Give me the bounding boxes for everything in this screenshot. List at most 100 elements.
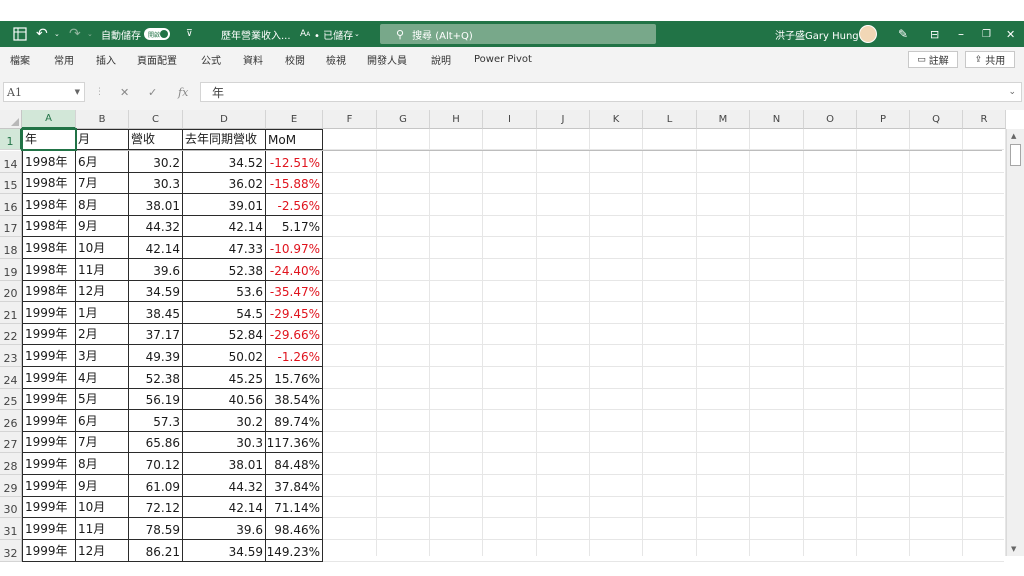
cell-c31[interactable]: 78.59 bbox=[129, 518, 183, 540]
cell-b15[interactable]: 7月 bbox=[76, 173, 129, 194]
row-header-17[interactable]: 17 bbox=[0, 216, 22, 237]
row-header-27[interactable]: 27 bbox=[0, 432, 22, 453]
tab-view[interactable]: 檢視 bbox=[326, 47, 346, 72]
column-header-i[interactable]: I bbox=[483, 110, 537, 129]
column-header-h[interactable]: H bbox=[430, 110, 483, 129]
cell-a31[interactable]: 1999年 bbox=[22, 518, 76, 540]
scroll-up-icon[interactable]: ▲ bbox=[1011, 132, 1016, 140]
cell-d20[interactable]: 53.6 bbox=[183, 281, 266, 302]
column-header-c[interactable]: C bbox=[129, 110, 183, 129]
cell-c27[interactable]: 65.86 bbox=[129, 432, 183, 453]
cell-d30[interactable]: 42.14 bbox=[183, 497, 266, 518]
row-header-29[interactable]: 29 bbox=[0, 475, 22, 497]
scroll-down-icon[interactable]: ▼ bbox=[1011, 545, 1016, 553]
cell-d23[interactable]: 50.02 bbox=[183, 345, 266, 367]
cell-c26[interactable]: 57.3 bbox=[129, 410, 183, 432]
cell-b18[interactable]: 10月 bbox=[76, 237, 129, 259]
column-header-a[interactable]: A bbox=[22, 110, 76, 129]
cell-a17[interactable]: 1998年 bbox=[22, 216, 76, 237]
cell-c24[interactable]: 52.38 bbox=[129, 367, 183, 389]
excel-grid-icon[interactable] bbox=[13, 21, 27, 47]
cell-e14[interactable]: -12.51% bbox=[266, 151, 323, 173]
more-icon[interactable]: ⋮ bbox=[95, 82, 104, 102]
cell-e22[interactable]: -29.66% bbox=[266, 324, 323, 345]
column-header-p[interactable]: P bbox=[857, 110, 910, 129]
column-header-d[interactable]: D bbox=[183, 110, 266, 129]
cell-e16[interactable]: -2.56% bbox=[266, 194, 323, 216]
restore-icon[interactable]: ❐ bbox=[982, 21, 991, 47]
cell-b1[interactable]: 月 bbox=[76, 129, 129, 150]
cell-c21[interactable]: 38.45 bbox=[129, 302, 183, 324]
cell-a21[interactable]: 1999年 bbox=[22, 302, 76, 324]
cell-c30[interactable]: 72.12 bbox=[129, 497, 183, 518]
chevron-down-icon[interactable]: ⌄ bbox=[354, 21, 360, 47]
cell-a15[interactable]: 1998年 bbox=[22, 173, 76, 194]
vertical-scrollbar[interactable]: ▲ ▼ bbox=[1006, 129, 1024, 556]
cell-c32[interactable]: 86.21 bbox=[129, 540, 183, 562]
row-header-32[interactable]: 32 bbox=[0, 540, 22, 562]
cell-b25[interactable]: 5月 bbox=[76, 389, 129, 410]
cell-a22[interactable]: 1999年 bbox=[22, 324, 76, 345]
cell-d16[interactable]: 39.01 bbox=[183, 194, 266, 216]
cell-b23[interactable]: 3月 bbox=[76, 345, 129, 367]
cell-b21[interactable]: 1月 bbox=[76, 302, 129, 324]
tab-power-pivot[interactable]: Power Pivot bbox=[474, 47, 532, 72]
cell-b24[interactable]: 4月 bbox=[76, 367, 129, 389]
row-header-26[interactable]: 26 bbox=[0, 410, 22, 432]
cell-a1[interactable]: 年 bbox=[21, 128, 77, 151]
row-header-1[interactable]: 1 bbox=[0, 129, 22, 150]
cell-e30[interactable]: 71.14% bbox=[266, 497, 323, 518]
tab-help[interactable]: 說明 bbox=[431, 47, 451, 72]
scroll-thumb[interactable] bbox=[1010, 144, 1021, 166]
cell-d28[interactable]: 38.01 bbox=[183, 453, 266, 475]
cell-a14[interactable]: 1998年 bbox=[22, 151, 76, 173]
chevron-down-icon[interactable]: ▼ bbox=[75, 88, 80, 96]
row-header-30[interactable]: 30 bbox=[0, 497, 22, 518]
autosave-toggle[interactable]: 開啟 bbox=[144, 28, 170, 40]
cell-e18[interactable]: -10.97% bbox=[266, 237, 323, 259]
formula-input[interactable]: 年 ⌄ bbox=[200, 82, 1022, 102]
customize-toolbar-icon[interactable]: ⊽ bbox=[186, 21, 193, 47]
close-icon[interactable]: ✕ bbox=[1006, 21, 1015, 47]
cell-c29[interactable]: 61.09 bbox=[129, 475, 183, 497]
cell-a28[interactable]: 1999年 bbox=[22, 453, 76, 475]
share-button[interactable]: ⇪ 共用 bbox=[965, 51, 1015, 68]
cell-a24[interactable]: 1999年 bbox=[22, 367, 76, 389]
row-header-24[interactable]: 24 bbox=[0, 367, 22, 389]
cell-b22[interactable]: 2月 bbox=[76, 324, 129, 345]
cell-c17[interactable]: 44.32 bbox=[129, 216, 183, 237]
cell-d25[interactable]: 40.56 bbox=[183, 389, 266, 410]
saved-status[interactable]: • 已儲存 bbox=[314, 21, 353, 47]
row-header-31[interactable]: 31 bbox=[0, 518, 22, 540]
minimize-icon[interactable]: – bbox=[958, 21, 964, 47]
row-header-28[interactable]: 28 bbox=[0, 453, 22, 475]
name-box[interactable]: A1 ▼ bbox=[3, 82, 85, 102]
cell-e1[interactable]: MoM bbox=[266, 129, 323, 150]
cell-e28[interactable]: 84.48% bbox=[266, 453, 323, 475]
cell-c23[interactable]: 49.39 bbox=[129, 345, 183, 367]
cell-d32[interactable]: 34.59 bbox=[183, 540, 266, 562]
column-header-o[interactable]: O bbox=[804, 110, 857, 129]
row-header-20[interactable]: 20 bbox=[0, 281, 22, 302]
cell-a19[interactable]: 1998年 bbox=[22, 259, 76, 281]
cell-b14[interactable]: 6月 bbox=[76, 151, 129, 173]
cell-d1[interactable]: 去年同期營收 bbox=[183, 129, 266, 150]
cell-e25[interactable]: 38.54% bbox=[266, 389, 323, 410]
column-header-q[interactable]: Q bbox=[910, 110, 963, 129]
comments-button[interactable]: ▭ 註解 bbox=[908, 51, 958, 68]
expand-formula-icon[interactable]: ⌄ bbox=[1008, 87, 1016, 97]
cell-d24[interactable]: 45.25 bbox=[183, 367, 266, 389]
cell-e24[interactable]: 15.76% bbox=[266, 367, 323, 389]
tab-formulas[interactable]: 公式 bbox=[201, 47, 221, 72]
cell-b29[interactable]: 9月 bbox=[76, 475, 129, 497]
redo-icon[interactable]: ↷ bbox=[69, 21, 81, 47]
file-name[interactable]: 歷年營業收入... bbox=[221, 21, 291, 47]
cell-e17[interactable]: 5.17% bbox=[266, 216, 323, 237]
cell-e26[interactable]: 89.74% bbox=[266, 410, 323, 432]
row-header-15[interactable]: 15 bbox=[0, 173, 22, 194]
column-header-n[interactable]: N bbox=[750, 110, 804, 129]
column-header-k[interactable]: K bbox=[590, 110, 643, 129]
cell-c25[interactable]: 56.19 bbox=[129, 389, 183, 410]
row-header-21[interactable]: 21 bbox=[0, 302, 22, 324]
cell-d26[interactable]: 30.2 bbox=[183, 410, 266, 432]
